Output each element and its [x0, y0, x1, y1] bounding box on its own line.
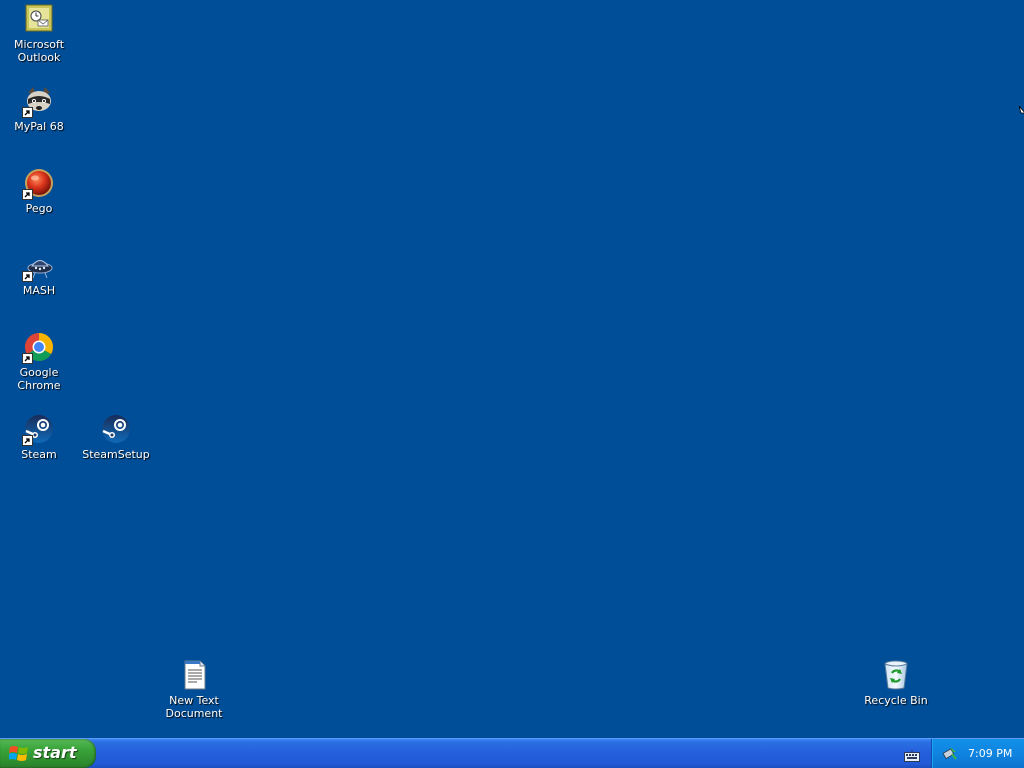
shortcut-arrow-icon — [22, 107, 33, 118]
desktop-icon-label: MyPal 68 — [14, 120, 64, 133]
outlook-icon — [23, 3, 55, 35]
desktop-icon-label: Pego — [25, 202, 53, 215]
windows-logo-icon — [8, 745, 29, 767]
desktop-icon-label: SteamSetup — [82, 448, 150, 461]
desktop-icon-label: New Text Document — [165, 694, 223, 720]
taskbar: start 7:09 PM — [0, 738, 1024, 768]
desktop-icon-label: Google Chrome — [17, 366, 61, 392]
desktop-icon-mash[interactable]: MASH — [0, 249, 78, 297]
desktop-icon-microsoft-outlook[interactable]: Microsoft Outlook — [0, 3, 78, 64]
steam-icon — [100, 413, 132, 445]
mash-icon — [22, 249, 55, 282]
desktop-icon-label: Recycle Bin — [864, 694, 928, 707]
raccoon-icon — [22, 85, 55, 118]
desktop-icon-mypal-68[interactable]: MyPal 68 — [0, 85, 78, 133]
desktop[interactable]: Microsoft Outlook MyPal 68 Pego MASH Goo… — [0, 0, 1024, 738]
keyboard-language-icon[interactable] — [904, 747, 920, 766]
system-tray: 7:09 PM — [931, 739, 1024, 768]
shortcut-arrow-icon — [22, 353, 33, 364]
start-label: start — [33, 743, 77, 762]
safely-remove-hardware-icon[interactable] — [942, 745, 958, 765]
shortcut-arrow-icon — [22, 435, 33, 446]
desktop-icon-label: Steam — [21, 448, 57, 461]
desktop-icon-recycle-bin[interactable]: Recycle Bin — [857, 659, 935, 707]
desktop-icon-label: Microsoft Outlook — [13, 38, 65, 64]
desktop-icon-pego[interactable]: Pego — [0, 167, 78, 215]
text-document-icon — [178, 659, 210, 691]
chrome-icon — [22, 331, 55, 364]
mouse-pointer-icon — [1018, 105, 1024, 128]
desktop-icon-new-text-document[interactable]: New Text Document — [155, 659, 233, 720]
shortcut-arrow-icon — [22, 189, 33, 200]
desktop-icon-label: MASH — [22, 284, 56, 297]
desktop-icon-steam[interactable]: Steam — [0, 413, 78, 461]
shortcut-arrow-icon — [22, 271, 33, 282]
clock[interactable]: 7:09 PM — [968, 747, 1012, 760]
steam-icon — [22, 413, 55, 446]
desktop-icon-steamsetup[interactable]: SteamSetup — [77, 413, 155, 461]
start-button[interactable]: start — [0, 739, 96, 768]
desktop-icon-google-chrome[interactable]: Google Chrome — [0, 331, 78, 392]
recycle-bin-icon — [880, 659, 912, 691]
red-ball-icon — [22, 167, 55, 200]
